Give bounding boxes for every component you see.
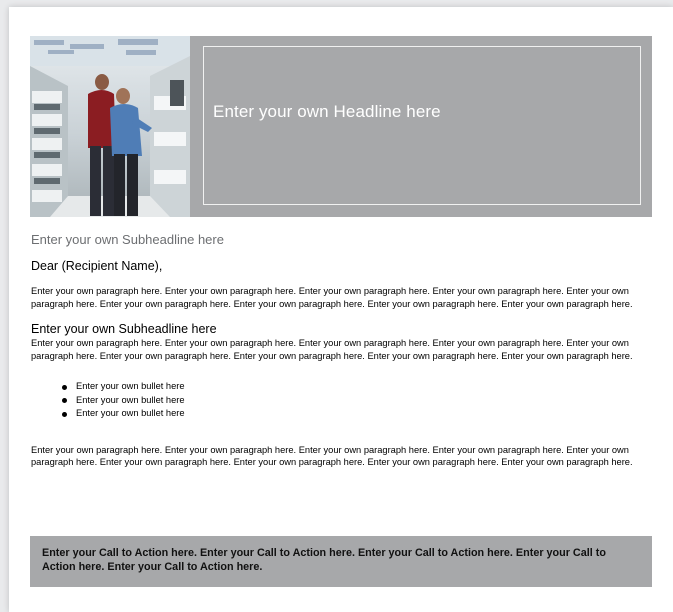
header-photo — [30, 36, 190, 217]
headline: Enter your own Headline here — [213, 102, 441, 121]
paragraph-2: Enter your own paragraph here. Enter you… — [31, 338, 633, 361]
call-to-action: Enter your Call to Action here. Enter yo… — [30, 536, 652, 587]
paragraph-1: Enter your own paragraph here. Enter you… — [31, 286, 633, 309]
letter-body: Enter your own Subheadline here Dear (Re… — [31, 232, 651, 469]
bullet-item: Enter your own bullet here — [60, 394, 651, 408]
headline-frame — [203, 46, 641, 205]
paragraph-3: Enter your own paragraph here. Enter you… — [31, 444, 633, 468]
headline-panel: Enter your own Headline here — [190, 36, 652, 217]
bullet-list: Enter your own bullet here Enter your ow… — [31, 380, 651, 421]
header-banner: Enter your own Headline here — [30, 36, 652, 217]
salutation: Dear (Recipient Name), — [31, 259, 163, 273]
store-aisle-photo — [30, 36, 190, 217]
document-page: Enter your own Headline here Enter your … — [9, 7, 673, 612]
subheadline-2: Enter your own Subheadline here — [31, 322, 217, 336]
subheadline-top: Enter your own Subheadline here — [31, 232, 224, 247]
bullet-item: Enter your own bullet here — [60, 380, 651, 394]
bullet-item: Enter your own bullet here — [60, 407, 651, 421]
